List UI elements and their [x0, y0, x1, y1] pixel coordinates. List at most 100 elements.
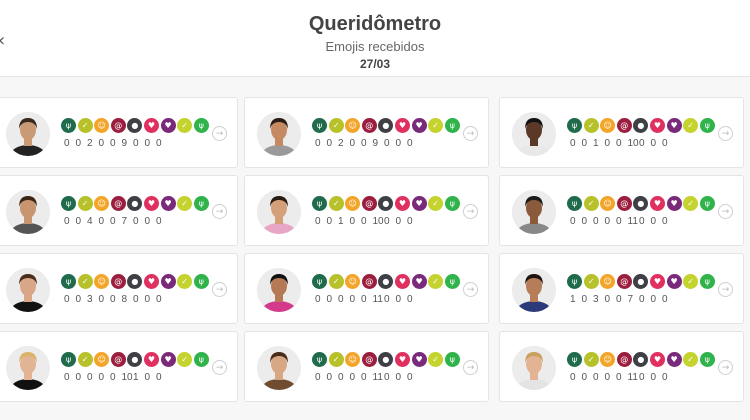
snake-icon: @ [110, 196, 126, 211]
emoji-count: 0 [361, 294, 367, 305]
chevron-right-icon[interactable]: → [718, 282, 733, 297]
broken-heart-icon: ♥ [649, 196, 665, 211]
participant-card[interactable]: ψ ✓ ☺ @ ● ♥ ♥ ✓ ψ 0 0 2 0 0 9 0 0 0 → [0, 97, 238, 168]
bomb-icon: ● [127, 352, 143, 367]
broken-heart-icon: ♥ [649, 274, 665, 289]
broken-heart-icon: ♥ [649, 352, 665, 367]
chevron-right-icon[interactable]: → [463, 126, 478, 141]
emoji-count: 0 [133, 294, 139, 305]
avatar [512, 346, 556, 390]
avatar [257, 190, 301, 234]
chevron-right-icon[interactable]: → [212, 126, 227, 141]
emoji-count: 0 [616, 138, 622, 149]
lemon-icon: ✓ [428, 196, 444, 211]
chevron-right-icon[interactable]: → [212, 360, 227, 375]
page-header: ‹ Queridômetro Emojis recebidos 27/03 [0, 0, 750, 77]
emoji-count: 3 [87, 294, 93, 305]
emoji-count: 0 [75, 138, 82, 149]
participant-card[interactable]: ψ ✓ ☺ @ ● ♥ ♥ ✓ ψ 0 0 0 0 0 11 0 0 0 → [499, 331, 744, 402]
page-subtitle: Emojis recebidos [325, 39, 425, 54]
emoji-count: 0 [144, 216, 151, 227]
broken-heart-icon: ♥ [143, 118, 159, 133]
broken-heart-icon: ♥ [649, 118, 665, 133]
emoji-row: ψ ✓ ☺ @ ● ♥ ♥ ✓ ψ [567, 118, 716, 133]
participant-card[interactable]: ψ ✓ ☺ @ ● ♥ ♥ ✓ ψ 0 0 0 0 0 11 0 0 0 → [244, 331, 489, 402]
plant-icon: ψ [312, 352, 327, 367]
emoji-count: 0 [639, 372, 645, 383]
smile-icon: ☺ [600, 352, 616, 367]
participant-card[interactable]: ψ ✓ ☺ @ ● ♥ ♥ ✓ ψ 0 0 0 0 0 11 0 0 0 → [499, 175, 744, 246]
participant-card[interactable]: ψ ✓ ☺ @ ● ♥ ♥ ✓ ψ 0 0 1 0 0 10 0 0 0 → [499, 97, 744, 168]
participant-card[interactable]: ψ ✓ ☺ @ ● ♥ ♥ ✓ ψ 0 0 1 0 0 10 0 0 0 → [244, 175, 489, 246]
snake-icon: @ [616, 196, 632, 211]
bomb-icon: ● [378, 118, 394, 133]
bomb-icon: ● [127, 118, 143, 133]
chevron-right-icon[interactable]: → [463, 282, 478, 297]
bomb-icon: ● [378, 352, 394, 367]
emoji-count: 0 [338, 294, 344, 305]
smile-icon: ☺ [600, 274, 616, 289]
participant-card[interactable]: ψ ✓ ☺ @ ● ♥ ♥ ✓ ψ 0 0 2 0 0 9 0 0 0 → [244, 97, 489, 168]
heart-icon: ♥ [411, 274, 427, 289]
chevron-right-icon[interactable]: → [463, 360, 478, 375]
emoji-row: ψ ✓ ☺ @ ● ♥ ♥ ✓ ψ [312, 274, 461, 289]
banana-icon: ✓ [77, 196, 93, 211]
avatar [512, 112, 556, 156]
emoji-count: 0 [133, 216, 139, 227]
emoji-count: 0 [604, 216, 611, 227]
plant-icon: ψ [312, 118, 327, 133]
smile-icon: ☺ [94, 196, 110, 211]
broken-heart-icon: ♥ [394, 196, 410, 211]
emoji-counts: 0 0 0 0 0 11 0 0 0 [570, 216, 674, 227]
emoji-count: 0 [338, 372, 344, 383]
banana-icon: ✓ [583, 352, 599, 367]
emoji-counts: 003008000 [64, 294, 168, 305]
emoji-count: 0 [87, 372, 93, 383]
banana-icon: ✓ [77, 274, 93, 289]
emoji-count: 0 [156, 372, 162, 383]
participant-card[interactable]: ψ ✓ ☺ @ ● ♥ ♥ ✓ ψ 0 0 0 0 0 10 1 0 0 → [0, 331, 238, 402]
chevron-right-icon[interactable]: → [463, 204, 478, 219]
heart-icon: ♥ [411, 196, 427, 211]
emoji-count: 0 [616, 294, 622, 305]
lemon-icon: ✓ [428, 352, 444, 367]
participant-card[interactable]: ψ ✓ ☺ @ ● ♥ ♥ ✓ ψ 1 0 3 0 0 7 0 0 0 → [499, 253, 744, 324]
emoji-count: 8 [121, 294, 128, 305]
plant-icon: ψ [567, 274, 582, 289]
participant-card[interactable]: ψ ✓ ☺ @ ● ♥ ♥ ✓ ψ 0 0 0 0 0 11 0 0 0 → [244, 253, 489, 324]
emoji-count: 0 [349, 372, 356, 383]
emoji-count: 11 [627, 216, 638, 227]
participant-card[interactable]: ψ ✓ ☺ @ ● ♥ ♥ ✓ ψ 0 0 3 0 0 8 0 0 0 → [0, 253, 238, 324]
chevron-right-icon[interactable]: → [718, 204, 733, 219]
cactus-icon: ψ [444, 352, 460, 367]
plant-icon: ψ [312, 274, 327, 289]
chevron-right-icon[interactable]: → [212, 204, 227, 219]
emoji-row: ψ ✓ ☺ @ ● ♥ ♥ ✓ ψ [567, 352, 716, 367]
heart-icon: ♥ [411, 118, 427, 133]
chevron-right-icon[interactable]: → [718, 126, 733, 141]
emoji-count: 0 [98, 138, 105, 149]
heart-icon: ♥ [160, 196, 176, 211]
chevron-right-icon[interactable]: → [212, 282, 227, 297]
snake-icon: @ [616, 274, 632, 289]
emoji-count: 0 [395, 294, 402, 305]
page-title: Queridômetro [308, 13, 442, 35]
participant-card[interactable]: ψ ✓ ☺ @ ● ♥ ♥ ✓ ψ 0 0 4 0 0 7 0 0 0 → [0, 175, 238, 246]
emoji-row: ψ ✓ ☺ @ ● ♥ ♥ ✓ ψ [61, 274, 210, 289]
cactus-icon: ψ [699, 274, 715, 289]
heart-icon: ♥ [411, 352, 427, 367]
emoji-counts: 103007000 [570, 294, 674, 305]
bomb-icon: ● [633, 118, 649, 133]
lemon-icon: ✓ [428, 274, 444, 289]
snake-icon: @ [361, 196, 377, 211]
emoji-count: 1 [133, 372, 139, 383]
emoji-count: 0 [570, 216, 576, 227]
emoji-count: 0 [75, 372, 82, 383]
banana-icon: ✓ [77, 352, 93, 367]
banana-icon: ✓ [583, 274, 599, 289]
chevron-right-icon[interactable]: → [718, 360, 733, 375]
emoji-count: 0 [650, 138, 657, 149]
heart-icon: ♥ [666, 118, 682, 133]
emoji-count: 0 [639, 294, 645, 305]
emoji-count: 0 [326, 372, 333, 383]
